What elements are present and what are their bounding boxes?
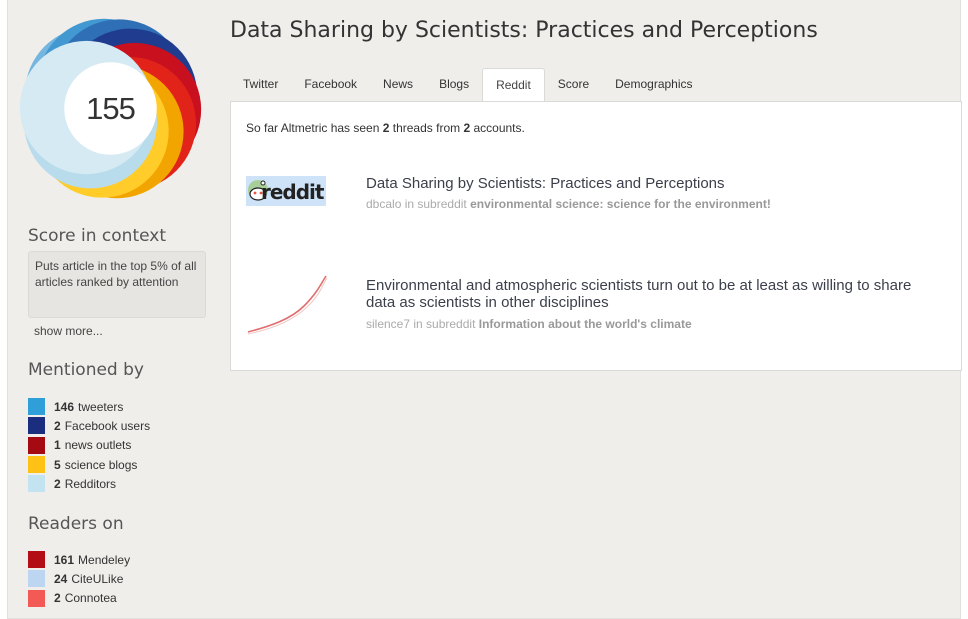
tab-score[interactable]: Score xyxy=(545,68,602,101)
sidebar: 155 Score in context Puts article in the… xyxy=(8,0,218,619)
tab-demographics[interactable]: Demographics xyxy=(602,68,705,101)
page-frame: 155 Score in context Puts article in the… xyxy=(7,0,962,619)
score-context-heading: Score in context xyxy=(28,226,166,246)
chart-thumbnail-icon xyxy=(247,275,328,335)
readers-legend: 161 Mendeley 24 CiteULike 2 Connotea xyxy=(28,550,130,608)
thread-title-link[interactable]: Environmental and atmospheric scientists… xyxy=(366,277,941,311)
thread-meta: silence7 in subreddit Information about … xyxy=(366,317,692,331)
summary-prefix: So far Altmetric has seen xyxy=(246,121,383,135)
swatch-citeulike xyxy=(28,570,45,588)
readers-on-heading: Readers on xyxy=(28,514,124,534)
mention-label: science blogs xyxy=(64,457,138,472)
mention-count: 146 xyxy=(54,399,75,414)
mention-label: tweeters xyxy=(78,399,124,414)
summary-middle: threads from xyxy=(389,121,464,135)
thread-in-text: in subreddit xyxy=(410,317,479,331)
reddit-logo-icon: reddit xyxy=(246,176,326,206)
swatch-blogs xyxy=(28,456,45,474)
altmetric-score: 155 xyxy=(86,90,136,126)
tab-blogs[interactable]: Blogs xyxy=(426,68,482,101)
summary-text: So far Altmetric has seen 2 threads from… xyxy=(246,121,525,135)
mentions-legend: 146 tweeters 2 Facebook users 1 news out… xyxy=(28,397,150,493)
page-title: Data Sharing by Scientists: Practices an… xyxy=(230,18,818,43)
swatch-connotea xyxy=(28,589,45,607)
thread-in-text: in subreddit xyxy=(401,197,471,211)
score-context-box: Puts article in the top 5% of all articl… xyxy=(28,251,206,318)
swatch-facebook xyxy=(28,417,45,435)
thread-user[interactable]: dbcalo xyxy=(366,197,401,211)
tab-reddit[interactable]: Reddit xyxy=(482,68,545,102)
tab-facebook[interactable]: Facebook xyxy=(291,68,370,101)
swatch-news xyxy=(28,436,45,454)
mention-item-tweeters[interactable]: 146 tweeters xyxy=(28,397,150,416)
reader-count: 24 xyxy=(54,571,68,586)
tab-twitter[interactable]: Twitter xyxy=(230,68,291,101)
mention-label: Facebook users xyxy=(64,418,151,433)
mention-item-redditors[interactable]: 2 Redditors xyxy=(28,474,150,493)
reader-label: Mendeley xyxy=(78,552,131,567)
mention-label: news outlets xyxy=(64,438,132,453)
mention-count: 1 xyxy=(54,438,61,453)
mention-item-news[interactable]: 1 news outlets xyxy=(28,436,150,455)
thread-subreddit[interactable]: Information about the world's climate xyxy=(479,317,692,331)
reader-item-mendeley[interactable]: 161 Mendeley xyxy=(28,550,130,569)
swatch-tweeters xyxy=(28,398,45,416)
reddit-logo-text: reddit xyxy=(261,180,324,204)
mention-count: 5 xyxy=(54,457,61,472)
tab-bar: Twitter Facebook News Blogs Reddit Score… xyxy=(230,68,706,102)
reader-label: CiteULike xyxy=(71,571,124,586)
thread-title-link[interactable]: Data Sharing by Scientists: Practices an… xyxy=(366,175,941,192)
thread-user[interactable]: silence7 xyxy=(366,317,410,331)
swatch-redditors xyxy=(28,475,45,493)
thread-subreddit[interactable]: environmental science: science for the e… xyxy=(470,197,771,211)
reddit-panel: So far Altmetric has seen 2 threads from… xyxy=(230,101,962,371)
mention-count: 2 xyxy=(54,476,61,491)
summary-suffix: accounts. xyxy=(470,121,525,135)
reader-item-connotea[interactable]: 2 Connotea xyxy=(28,589,130,608)
mentioned-by-heading: Mentioned by xyxy=(28,360,144,380)
mention-count: 2 xyxy=(54,418,61,433)
reader-count: 2 xyxy=(54,591,61,606)
tab-news[interactable]: News xyxy=(370,68,426,101)
reader-count: 161 xyxy=(54,552,75,567)
thread-meta: dbcalo in subreddit environmental scienc… xyxy=(366,197,771,211)
reader-label: Connotea xyxy=(64,591,117,606)
swatch-mendeley xyxy=(28,551,45,569)
mention-label: Redditors xyxy=(64,476,117,491)
mention-item-facebook[interactable]: 2 Facebook users xyxy=(28,416,150,435)
show-more-link[interactable]: show more... xyxy=(34,324,103,338)
reader-item-citeulike[interactable]: 24 CiteULike xyxy=(28,569,130,588)
mention-item-blogs[interactable]: 5 science blogs xyxy=(28,455,150,474)
